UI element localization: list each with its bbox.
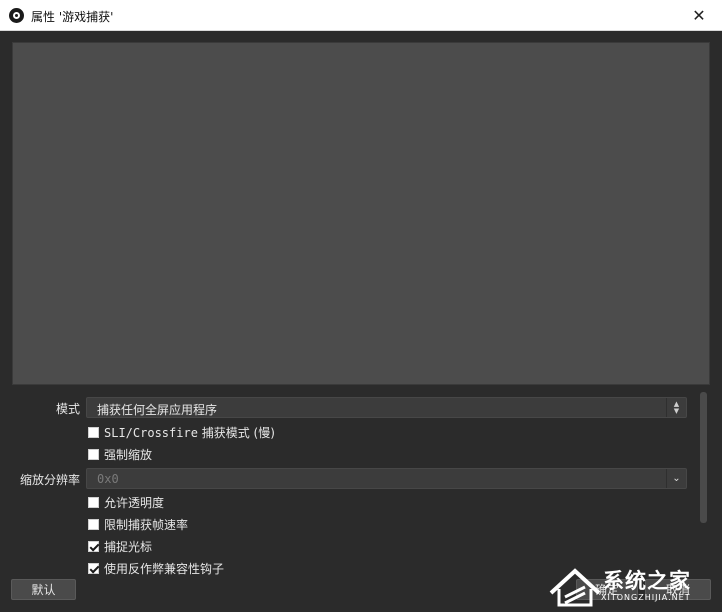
title-bar: 属性 '游戏捕获' ✕ [0,0,722,31]
properties-scrollbar[interactable] [699,392,708,525]
watermark-url: XITONGZHIJIA.NET [601,593,691,602]
capture-cursor-checkbox[interactable] [88,540,99,552]
watermark: 系统之家 XITONGZHIJIA.NET [545,559,722,612]
chevron-down-icon: ⌄ [666,469,686,488]
anti-cheat-hook-label: 使用反作弊兼容性钩子 [104,561,225,576]
sli-crossfire-label-prefix: SLI/Crossfire [104,425,198,440]
limit-framerate-label: 限制捕获帧速率 [104,517,189,532]
force-scaling-option[interactable]: 强制缩放 [88,445,152,463]
capture-cursor-option[interactable]: 捕捉光标 [88,537,152,555]
sli-crossfire-label: SLI/Crossfire 捕获模式 (慢) [104,424,275,441]
scrollbar-thumb[interactable] [700,392,707,523]
force-scaling-label: 强制缩放 [104,447,153,462]
preview-area [12,42,710,385]
allow-transparency-option[interactable]: 允许透明度 [88,493,164,511]
limit-framerate-checkbox[interactable] [88,518,99,530]
anti-cheat-hook-option[interactable]: 使用反作弊兼容性钩子 [88,559,224,577]
force-scaling-checkbox[interactable] [88,448,99,460]
watermark-house-logo [549,568,601,607]
sli-crossfire-option[interactable]: SLI/Crossfire 捕获模式 (慢) [88,423,275,441]
mode-select[interactable]: 捕获任何全屏应用程序 ▲ ▼ [86,397,687,418]
allow-transparency-label: 允许透明度 [104,495,165,510]
sli-crossfire-checkbox[interactable] [88,426,99,438]
close-icon: ✕ [692,6,706,25]
updown-arrows-icon: ▲ ▼ [666,398,686,417]
scale-resolution-value: 0x0 [97,472,119,486]
allow-transparency-checkbox[interactable] [88,496,99,508]
mode-select-value: 捕获任何全屏应用程序 [97,403,218,417]
close-button[interactable]: ✕ [676,0,722,31]
properties-dialog-body: 模式 捕获任何全屏应用程序 ▲ ▼ SLI/Crossfire 捕获模式 (慢) … [0,31,722,612]
capture-cursor-label: 捕捉光标 [104,539,153,554]
anti-cheat-hook-checkbox[interactable] [88,562,99,574]
sli-crossfire-label-suffix: 捕获模式 (慢) [197,425,275,440]
window-title: 属性 '游戏捕获' [31,10,114,24]
limit-framerate-option[interactable]: 限制捕获帧速率 [88,515,188,533]
watermark-brand: 系统之家 [603,569,691,593]
mode-label: 模式 [55,402,80,416]
scale-resolution-label: 缩放分辨率 [19,473,80,487]
scale-resolution-select[interactable]: 0x0 ⌄ [86,468,687,489]
obs-logo-icon [9,8,24,23]
defaults-button[interactable]: 默认 [11,579,76,600]
